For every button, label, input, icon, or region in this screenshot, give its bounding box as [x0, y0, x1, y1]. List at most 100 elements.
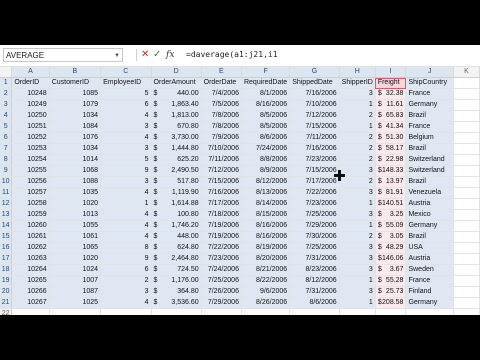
ship-country-cell[interactable]: Switzerland [405, 154, 454, 166]
customer-id-cell[interactable]: 1007 [49, 275, 102, 287]
employee-id-cell[interactable]: 9 [100, 165, 152, 177]
ship-country-cell[interactable]: Germany [405, 99, 454, 111]
order-amount-cell[interactable]: $624.80 [151, 242, 202, 254]
row-header[interactable]: 16 [0, 242, 13, 254]
customer-id-cell[interactable]: 1025 [49, 297, 102, 309]
chevron-down-icon[interactable]: ▼ [114, 49, 120, 63]
required-date-cell[interactable]: 8/21/2006 [241, 264, 291, 276]
employee-id-cell[interactable]: 3 [100, 143, 152, 155]
shipper-id-cell[interactable]: 3 [339, 286, 376, 298]
cell[interactable] [241, 308, 291, 315]
order-date-cell[interactable]: 7/29/2006 [201, 297, 242, 309]
required-date-cell[interactable]: 7/24/2006 [241, 143, 291, 155]
order-date-cell[interactable]: 7/25/2006 [201, 275, 242, 287]
freight-cell[interactable]: $25.73 [375, 286, 407, 298]
order-id-cell[interactable]: 10257 [11, 187, 50, 199]
order-date-cell[interactable]: 7/10/2006 [201, 143, 242, 155]
employee-id-cell[interactable]: 4 [100, 209, 152, 221]
employee-id-cell[interactable]: 4 [100, 110, 152, 122]
shipped-date-cell[interactable]: 7/12/2006 [289, 110, 340, 122]
freight-cell[interactable]: $22.98 [375, 154, 407, 166]
column-header-b[interactable]: B [49, 67, 102, 78]
row-header[interactable]: 11 [0, 187, 13, 199]
customer-id-cell[interactable]: 1055 [49, 220, 102, 232]
cell[interactable] [453, 198, 480, 210]
order-id-cell[interactable]: 10249 [11, 99, 50, 111]
order-amount-cell[interactable]: $364.80 [151, 286, 202, 298]
freight-cell[interactable]: $11.61 [375, 99, 407, 111]
shipper-id-cell[interactable]: 2 [339, 231, 376, 243]
customer-id-cell[interactable]: 1035 [49, 187, 102, 199]
employee-id-cell[interactable]: 4 [100, 132, 152, 144]
cell[interactable] [49, 308, 102, 315]
freight-cell[interactable]: $81.91 [375, 187, 407, 199]
ship-country-cell[interactable]: Mexico [405, 209, 454, 221]
shipped-date-cell[interactable]: 7/31/2006 [289, 286, 340, 298]
freight-cell[interactable]: $48.29 [375, 242, 407, 254]
row-header[interactable]: 8 [0, 154, 13, 166]
freight-cell[interactable]: $41.34 [375, 121, 407, 133]
order-id-cell[interactable]: 10248 [11, 88, 50, 100]
order-id-cell[interactable]: 10261 [11, 231, 50, 243]
order-id-cell[interactable]: 10250 [11, 110, 50, 122]
ship-country-cell[interactable]: Venezuela [405, 187, 454, 199]
employee-id-cell[interactable]: 1 [100, 198, 152, 210]
employee-id-cell[interactable]: 5 [100, 88, 152, 100]
order-id-cell[interactable]: 10259 [11, 209, 50, 221]
shipper-id-cell[interactable]: 1 [339, 99, 376, 111]
ship-country-cell[interactable]: Austria [405, 198, 454, 210]
row-header[interactable]: 13 [0, 209, 13, 221]
row-header[interactable]: 2 [0, 88, 13, 100]
shipped-date-cell[interactable]: 7/15/2006 [289, 121, 340, 133]
shipper-id-cell[interactable]: 1 [339, 297, 376, 309]
shipper-id-cell[interactable]: 3 [339, 187, 376, 199]
required-date-cell[interactable]: 8/1/2006 [241, 88, 291, 100]
order-date-cell[interactable]: 7/9/2006 [201, 132, 242, 144]
shipped-date-cell[interactable]: 7/30/2006 [289, 231, 340, 243]
order-amount-cell[interactable]: $1,176.00 [151, 275, 202, 287]
shipper-id-cell[interactable]: 2 [339, 143, 376, 155]
required-date-cell[interactable]: 8/20/2006 [241, 253, 291, 265]
order-date-cell[interactable]: 7/17/2006 [201, 198, 242, 210]
row-header[interactable]: 21 [0, 297, 13, 309]
order-amount-cell[interactable]: $2,490.50 [151, 165, 202, 177]
ship-country-cell[interactable]: Brazil [405, 231, 454, 243]
shipped-date-cell[interactable]: 8/12/2006 [289, 275, 340, 287]
freight-cell[interactable]: $3.25 [375, 209, 407, 221]
order-date-cell[interactable]: 7/8/2006 [201, 121, 242, 133]
customer-id-cell[interactable]: 1068 [49, 165, 102, 177]
formula-input[interactable]: =daverage(a1:j21,i1 [186, 48, 476, 62]
required-date-cell[interactable]: 8/8/2006 [241, 154, 291, 166]
ship-country-cell[interactable]: Austria [405, 253, 454, 265]
required-date-cell[interactable]: 8/9/2006 [241, 165, 291, 177]
customer-id-cell[interactable]: 1076 [49, 132, 102, 144]
customer-id-cell[interactable]: 1024 [49, 264, 102, 276]
cancel-icon[interactable]: ✕ [141, 48, 149, 62]
customer-id-cell[interactable]: 1079 [49, 99, 102, 111]
row-header[interactable]: 22 [0, 308, 13, 315]
customer-id-cell[interactable]: 1020 [49, 198, 102, 210]
cell[interactable] [453, 308, 480, 315]
required-date-cell[interactable]: 8/13/2006 [241, 187, 291, 199]
order-amount-cell[interactable]: $1,746.20 [151, 220, 202, 232]
cell[interactable] [453, 154, 480, 166]
cell[interactable] [339, 308, 376, 315]
order-id-cell[interactable]: 10251 [11, 121, 50, 133]
order-amount-cell[interactable]: $100.80 [151, 209, 202, 221]
employee-id-cell[interactable]: 3 [100, 176, 152, 188]
column-title-cell[interactable]: OrderAmount [151, 77, 202, 89]
confirm-icon[interactable]: ✓ [153, 48, 161, 62]
cell[interactable] [201, 308, 242, 315]
row-header[interactable]: 3 [0, 99, 13, 111]
order-date-cell[interactable]: 7/5/2006 [201, 99, 242, 111]
order-date-cell[interactable]: 7/23/2006 [201, 253, 242, 265]
order-id-cell[interactable]: 10253 [11, 143, 50, 155]
order-amount-cell[interactable]: $724.50 [151, 264, 202, 276]
ship-country-cell[interactable]: Belgium [405, 132, 454, 144]
employee-id-cell[interactable]: 5 [100, 154, 152, 166]
order-id-cell[interactable]: 10267 [11, 297, 50, 309]
required-date-cell[interactable]: 8/19/2006 [241, 242, 291, 254]
column-title-cell[interactable]: CustomerID [49, 77, 102, 89]
ship-country-cell[interactable]: France [405, 275, 454, 287]
order-date-cell[interactable]: 7/18/2006 [201, 209, 242, 221]
